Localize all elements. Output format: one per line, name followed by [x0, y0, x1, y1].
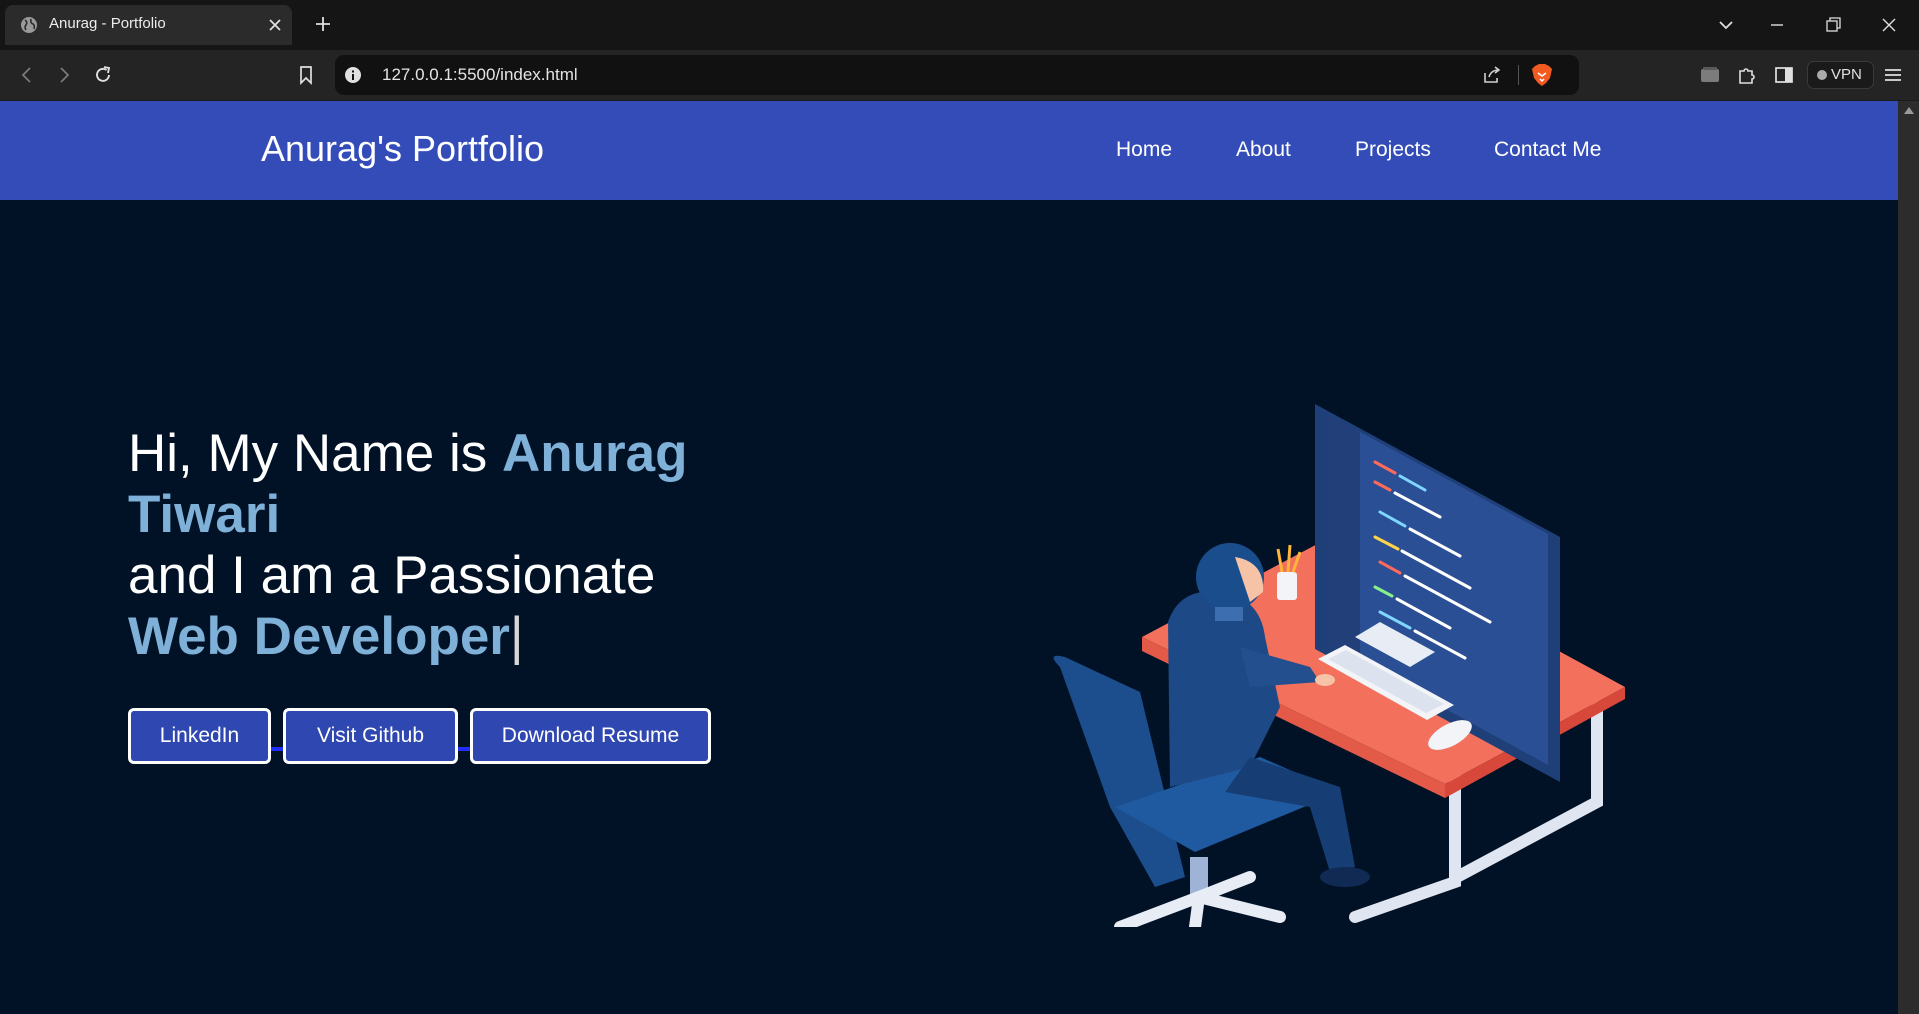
- restore-icon[interactable]: [1822, 14, 1844, 36]
- person-hand: [1315, 674, 1335, 686]
- menu-icon[interactable]: [1881, 63, 1905, 87]
- pen-cup: [1277, 572, 1297, 600]
- vpn-label: VPN: [1831, 66, 1862, 83]
- button-connector: [456, 747, 470, 751]
- sidebar-icon[interactable]: [1772, 63, 1796, 87]
- person-collar: [1215, 607, 1243, 621]
- divider: [1518, 65, 1519, 85]
- code-sidebar: [1327, 414, 1360, 662]
- plus-icon[interactable]: [313, 14, 333, 34]
- page-viewport: Anurag's Portfolio Home About Projects C…: [0, 101, 1898, 1014]
- vpn-status-icon: [1817, 70, 1827, 80]
- info-icon[interactable]: [344, 66, 362, 84]
- back-icon[interactable]: [15, 63, 39, 87]
- hero-heading: Hi, My Name is Anurag Tiwari and I am a …: [128, 423, 748, 667]
- scroll-up-icon[interactable]: [1904, 107, 1914, 114]
- browser-tab[interactable]: Anurag - Portfolio: [5, 5, 292, 45]
- nav-link-projects[interactable]: Projects: [1355, 138, 1431, 162]
- hero-last-name: Tiwari: [128, 485, 281, 544]
- chair-back: [1053, 655, 1185, 887]
- developer-illustration: [1053, 404, 1625, 927]
- forward-icon[interactable]: [52, 63, 76, 87]
- nav-link-contact[interactable]: Contact Me: [1494, 138, 1601, 162]
- hero-first-name: Anurag: [501, 424, 688, 483]
- browser-toolbar: 127.0.0.1:5500/index.html VPN: [0, 50, 1919, 101]
- person-shoe: [1320, 867, 1370, 887]
- download-resume-button[interactable]: Download Resume: [470, 708, 711, 764]
- button-connector: [269, 747, 283, 751]
- nav-link-about[interactable]: About: [1236, 138, 1291, 162]
- bookmark-icon[interactable]: [294, 63, 318, 87]
- wallet-icon[interactable]: [1698, 63, 1722, 87]
- page-scrollbar[interactable]: [1898, 101, 1919, 1014]
- share-icon[interactable]: [1482, 65, 1502, 85]
- chevron-down-icon[interactable]: [1715, 14, 1737, 36]
- hero-intro-text: Hi, My Name is: [128, 424, 502, 483]
- close-icon[interactable]: [267, 17, 283, 33]
- extensions-icon[interactable]: [1735, 63, 1759, 87]
- hero-role: Web Developer: [128, 607, 510, 666]
- reload-icon[interactable]: [91, 63, 115, 87]
- typing-cursor: |: [509, 607, 524, 666]
- nav-link-home[interactable]: Home: [1116, 138, 1172, 162]
- vpn-button[interactable]: VPN: [1807, 61, 1874, 89]
- hero-line-3: and I am a Passionate: [128, 546, 656, 605]
- site-brand[interactable]: Anurag's Portfolio: [261, 128, 544, 170]
- browser-tab-bar: Anurag - Portfolio: [0, 0, 1919, 50]
- linkedin-button[interactable]: LinkedIn: [128, 708, 271, 764]
- address-bar[interactable]: 127.0.0.1:5500/index.html: [335, 55, 1579, 95]
- close-window-icon[interactable]: [1878, 14, 1900, 36]
- hero-line-4: Web Developer|: [128, 606, 748, 667]
- globe-icon: [21, 17, 37, 33]
- brave-lion-icon[interactable]: [1531, 63, 1553, 87]
- url-text[interactable]: 127.0.0.1:5500/index.html: [382, 65, 578, 85]
- tab-title: Anurag - Portfolio: [49, 15, 166, 32]
- site-navbar: Anurag's Portfolio Home About Projects C…: [0, 101, 1898, 200]
- minimize-icon[interactable]: [1766, 14, 1788, 36]
- hero-line-1: Hi, My Name is Anurag: [128, 423, 748, 484]
- github-button[interactable]: Visit Github: [283, 708, 458, 764]
